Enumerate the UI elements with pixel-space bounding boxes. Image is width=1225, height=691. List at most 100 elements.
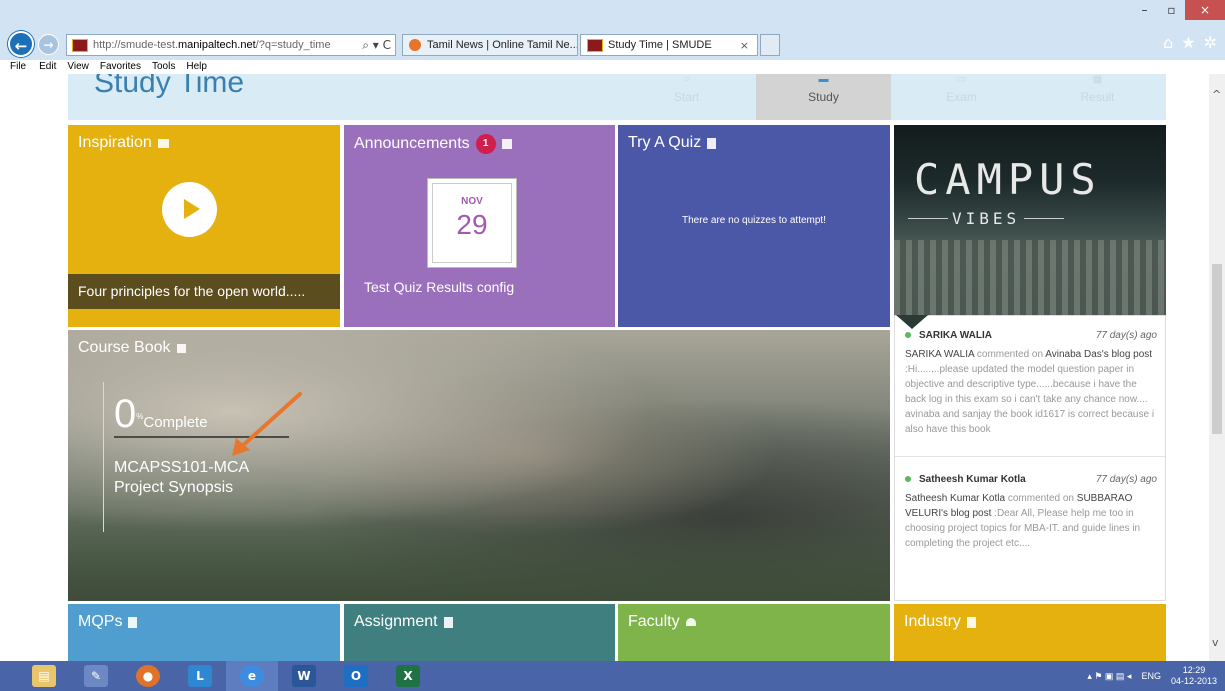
favorites-star-icon[interactable]: ★	[1181, 33, 1195, 52]
search-refresh-icons[interactable]: ⌕ ▾ C	[362, 38, 391, 53]
taskbar-excel[interactable]: X	[382, 661, 434, 691]
menu-favorites[interactable]: Favorites	[100, 60, 141, 74]
percent-value: 0	[114, 392, 137, 436]
smude-favicon-icon	[587, 38, 603, 52]
announcement-caption[interactable]: Test Quiz Results config	[364, 279, 514, 295]
step-label: Exam	[946, 90, 977, 104]
tile-title: MQPs	[78, 613, 138, 631]
settings-gear-icon[interactable]: ✲	[1204, 33, 1217, 52]
course-name[interactable]: MCAPSS101-MCA Project Synopsis	[114, 458, 249, 498]
menu-bar: File Edit View Favorites Tools Help	[0, 60, 1225, 74]
announcements-title: Announcements	[354, 135, 470, 152]
site-favicon-icon	[72, 38, 88, 52]
feed-actor[interactable]: Satheesh Kumar Kotla	[905, 493, 1005, 504]
feed-verb: commented on	[1005, 493, 1077, 504]
campus-word: CAMPUS	[914, 155, 1102, 204]
taskbar-lync[interactable]: L	[174, 661, 226, 691]
feed-user-name[interactable]: SARIKA WALIA	[905, 328, 992, 343]
taskbar-firefox[interactable]: ●	[122, 661, 174, 691]
campus-building-image	[894, 240, 1166, 315]
document-icon	[966, 616, 976, 628]
tile-title: Inspiration	[78, 134, 169, 152]
home-icon[interactable]: ⌂	[1163, 33, 1173, 52]
forward-arrow-icon[interactable]: →	[38, 34, 59, 55]
windows-taskbar: ▤ ✎ ● L e W O X ▴ ⚑ ▣ ▤ ◂ ENG 12:29 04-1…	[0, 661, 1225, 691]
tab-tamil-news[interactable]: Tamil News | Online Tamil Ne...	[402, 34, 578, 56]
restore-button[interactable]: ▫	[1158, 0, 1185, 20]
menu-view[interactable]: View	[67, 60, 89, 74]
course-book-tile[interactable]: Course Book 0%Complete MCAPSS101-MCA Pro…	[68, 330, 890, 601]
feed-time: 77 day(s) ago	[1095, 474, 1157, 485]
person-icon	[685, 618, 696, 626]
inspiration-caption[interactable]: Four principles for the open world.....	[68, 274, 340, 309]
calendar-day: 29	[456, 209, 488, 240]
tab-study-time[interactable]: Study Time | SMUDE ×	[580, 34, 758, 56]
tab-title: Study Time | SMUDE	[608, 39, 712, 51]
feed-actor[interactable]: SARIKA WALIA	[905, 349, 974, 360]
document-icon	[443, 616, 453, 628]
close-tab-icon[interactable]: ×	[740, 39, 749, 52]
step-label: Result	[1080, 90, 1115, 104]
calendar-icon	[501, 139, 512, 149]
quiz-tile[interactable]: Try A Quiz There are no quizzes to attem…	[618, 125, 890, 327]
assignment-title: Assignment	[354, 613, 438, 630]
vertical-scrollbar[interactable]: ^ v	[1209, 74, 1225, 661]
step-study[interactable]: ▬ Study	[756, 74, 891, 120]
menu-help[interactable]: Help	[186, 60, 207, 74]
scroll-up-icon[interactable]: ^	[1212, 88, 1221, 101]
feed-item: Satheesh Kumar Kotla 77 day(s) ago Sathe…	[905, 472, 1157, 551]
mqps-tile[interactable]: MQPs	[68, 604, 340, 661]
clock[interactable]: 12:29 04-12-2013	[1171, 665, 1217, 687]
taskbar-internet-explorer[interactable]: e	[226, 661, 278, 691]
scroll-down-icon[interactable]: v	[1212, 636, 1219, 649]
document-icon	[128, 616, 138, 628]
paint-icon: ✎	[84, 665, 108, 687]
announcements-tile[interactable]: Announcements 1 NOV 29 Test Quiz Results…	[344, 125, 615, 327]
step-start[interactable]: ○ Start	[619, 74, 754, 120]
language-indicator[interactable]: ENG	[1141, 671, 1161, 681]
course-code: MCAPSS101-MCA	[114, 459, 250, 476]
tamil-news-favicon-icon	[409, 39, 421, 51]
taskbar-explorer[interactable]: ▤	[18, 661, 70, 691]
taskbar-paint[interactable]: ✎	[70, 661, 122, 691]
minimize-button[interactable]: –	[1131, 0, 1158, 20]
inspiration-title: Inspiration	[78, 134, 152, 151]
feed-target[interactable]: Avinaba Das's blog post	[1045, 349, 1152, 360]
campus-vibes-banner[interactable]: CAMPUS VIBES	[894, 125, 1166, 315]
tray-icons[interactable]: ▴ ⚑ ▣ ▤ ◂	[1087, 671, 1131, 682]
orange-arrow-annotation-icon	[232, 392, 302, 456]
step-result[interactable]: ▦ Result	[1030, 74, 1165, 120]
taskbar-outlook[interactable]: O	[330, 661, 382, 691]
assignment-tile[interactable]: Assignment	[344, 604, 615, 661]
scroll-thumb[interactable]	[1212, 264, 1222, 434]
tile-title: Try A Quiz	[628, 134, 717, 152]
faculty-tile[interactable]: Faculty	[618, 604, 890, 661]
calendar-month: NOV	[461, 196, 483, 207]
address-bar[interactable]: http://smude-test. manipaltech.net/?q=stu…	[66, 34, 396, 56]
close-window-button[interactable]: ×	[1185, 0, 1225, 20]
background-shade	[68, 511, 890, 601]
feed-user-name[interactable]: Satheesh Kumar Kotla	[905, 472, 1026, 487]
faculty-title: Faculty	[628, 613, 680, 630]
vibes-word: VIBES	[907, 209, 1065, 228]
result-step-icon: ▦	[1092, 74, 1103, 85]
start-step-icon: ○	[683, 74, 690, 85]
taskbar-word[interactable]: W	[278, 661, 330, 691]
url-prefix: http://smude-test.	[93, 39, 178, 51]
announcement-count-badge: 1	[475, 134, 496, 154]
menu-edit[interactable]: Edit	[39, 60, 56, 74]
industry-tile[interactable]: Industry	[894, 604, 1166, 661]
menu-tools[interactable]: Tools	[152, 60, 175, 74]
page-viewport: Study Time ○ Start ▬ Study ▭ Exam ▦ Resu…	[0, 74, 1209, 661]
course-book-title: Course Book	[78, 339, 171, 356]
tile-title: Announcements 1	[354, 134, 512, 154]
menu-file[interactable]: File	[10, 60, 26, 74]
back-arrow-icon[interactable]: ←	[8, 31, 34, 57]
new-tab-button[interactable]	[760, 34, 780, 56]
inspiration-tile[interactable]: Inspiration Four principles for the open…	[68, 125, 340, 327]
feed-body: SARIKA WALIA commented on Avinaba Das's …	[905, 347, 1157, 437]
no-quizzes-message: There are no quizzes to attempt!	[682, 215, 826, 226]
browser-chrome: – ▫ × ← → http://smude-test. manipaltech.…	[0, 0, 1225, 60]
play-icon[interactable]	[162, 182, 217, 237]
step-exam[interactable]: ▭ Exam	[894, 74, 1029, 120]
